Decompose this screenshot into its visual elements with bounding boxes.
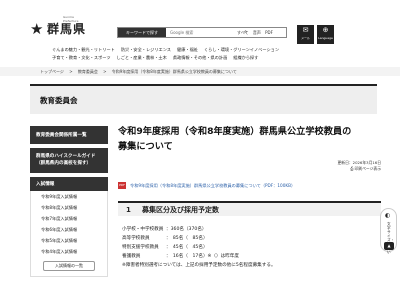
print-label: 印刷ページ表示 (354, 166, 381, 171)
recruitment-count: ：360名（370名） (166, 227, 207, 232)
mail-label: メール (300, 36, 310, 40)
pdf-download-link[interactable]: 令和9年度採用（令和8年度実施）群馬県公立学校教員の募集について（PDF：100… (130, 183, 295, 189)
language-button[interactable]: ⊕ Language (317, 25, 334, 44)
recruitment-count: ： 85名（ 85名） (166, 236, 208, 241)
logo-text: 群馬県 (47, 22, 87, 36)
breadcrumb-item-board[interactable]: 教育委員会 (78, 69, 98, 74)
page-title: 令和9年度採用（令和8年度実施）群馬県公立学校教員の募集について (118, 126, 352, 152)
recruitment-row: 養護教員 ： 16名（ 17名）※（）は昨年度 (122, 252, 276, 261)
nav-item[interactable]: 組織から探す (233, 54, 258, 62)
recruitment-category: 特別支援学校教員 (122, 245, 159, 250)
mail-button[interactable]: ✉ メール (297, 25, 314, 44)
breadcrumb: トップページ > 教育委員会 > 令和9年度採用（令和8年度実施）群馬県公立学校… (40, 68, 241, 75)
nav-item[interactable]: しごと・産業・農林・土木 (117, 54, 167, 62)
util-link-pdf[interactable]: PDF (265, 30, 273, 35)
site-header: ★ Gunma Prefecture 群馬県 キーワードで探す ⌕ すべて 音声… (0, 0, 400, 60)
language-label: Language (318, 36, 333, 40)
sidebar-item[interactable]: 令和7年度入試情報 (31, 213, 107, 224)
sidebar: 教育委員会関係所属一覧 群馬県のハイスクールガイド（群馬県内の高校を探す） 入試… (30, 126, 108, 277)
page-top-icon[interactable]: ▲ (384, 242, 394, 250)
nav-row: ぐんまの魅力・観光・リトリート 防災・安全・レジリエンス 健康・福祉 くらし・環… (52, 46, 342, 54)
recruitment-row: 特別支援学校教員 ： 45名（ 45名） (122, 243, 276, 252)
nav-item[interactable]: 健康・福祉 (177, 46, 198, 54)
breadcrumb-separator: > (103, 69, 107, 74)
nav-row: 子育て・教育・文化・スポーツ しごと・産業・農林・土木 県政情報・その他・県の計… (52, 54, 342, 62)
nav-item[interactable]: 県政情報・その他・県の計画 (173, 54, 227, 62)
recruitment-count: ： 16名（ 17名）※（）は昨年度 (166, 254, 239, 259)
section-header: 教育委員会 (30, 84, 377, 114)
mail-icon: ✉ (302, 26, 309, 34)
recruitment-category: 養護教員 (122, 254, 141, 259)
sidebar-exam-list: 令和9年度入試情報 令和8年度入試情報 令和7年度入試情報 令和6年度入試情報 … (30, 191, 108, 277)
section-number: 1 (126, 206, 131, 214)
section-heading-text: 募集区分及び採用予定数 (142, 206, 219, 214)
section-title: 教育委員会 (40, 96, 78, 105)
nav-item[interactable]: ぐんまの魅力・観光・リトリート (52, 46, 115, 54)
page-meta: 更新日：2026年3月16日 ⎙ 印刷ページ表示 (118, 160, 382, 172)
util-link-voice[interactable]: 音声 (253, 30, 261, 35)
sidebar-item[interactable]: 令和6年度入試情報 (31, 224, 107, 235)
prefecture-mark-icon: ★ (30, 20, 44, 38)
globe-icon: ⊕ (322, 26, 329, 34)
print-icon: ⎙ (350, 166, 354, 171)
recruitment-row: 小学校・中学校教員 ：360名（370名） (122, 225, 276, 234)
recruitment-row: 高等学校教員 ： 85名（ 85名） (122, 234, 276, 243)
nav-item[interactable]: 防災・安全・レジリエンス (121, 46, 171, 54)
contrast-icon: ◐ (385, 212, 391, 219)
sidebar-item[interactable]: 令和4年度入試情報 (31, 246, 107, 257)
search-label: キーワードで探す (118, 28, 166, 37)
recruitment-list: 小学校・中学校教員 ：360名（370名） 高等学校教員 ： 85名（ 85名） 特… (122, 225, 276, 270)
breadcrumb-bar: トップページ > 教育委員会 > 令和9年度採用（令和8年度実施）群馬県公立学校… (0, 67, 400, 76)
breadcrumb-item-top[interactable]: トップページ (40, 69, 64, 74)
recruitment-category: 高等学校教員 (122, 236, 150, 241)
breadcrumb-item-current: 令和9年度採用（令和8年度実施）群馬県公立学校教員の募集について (111, 69, 237, 74)
sidebar-link-highschool-guide[interactable]: 群馬県のハイスクールガイド（群馬県内の高校を探す） (30, 148, 108, 173)
recruitment-count: ： 45名（ 45名） (166, 245, 208, 250)
recruitment-category: 小学校・中学校教員 (122, 227, 164, 232)
util-link-all[interactable]: すべて (237, 30, 249, 35)
recruitment-note: ※障害者特別選考については、上記の採用予定数の他に5名程度募集する。 (122, 263, 276, 268)
main-content: 令和9年度採用（令和8年度実施）群馬県公立学校教員の募集について 更新日：202… (118, 124, 381, 268)
nav-item[interactable]: 子育て・教育・文化・スポーツ (52, 54, 111, 62)
search-input[interactable] (168, 28, 238, 37)
nav-item[interactable]: くらし・環境・グリーンイノベーション (204, 46, 279, 54)
pdf-icon: PDF (118, 182, 126, 189)
site-logo[interactable]: ★ Gunma Prefecture 群馬県 (30, 15, 90, 38)
sidebar-item[interactable]: 令和9年度入試情報 (31, 191, 107, 202)
global-nav: ぐんまの魅力・観光・リトリート 防災・安全・レジリエンス 健康・福祉 くらし・環… (52, 46, 342, 62)
updated-date: 更新日：2026年3月16日 (337, 160, 382, 165)
breadcrumb-separator: > (69, 69, 73, 74)
utility-links: すべて 音声 PDF (237, 30, 276, 36)
sidebar-link-departments[interactable]: 教育委員会関係所属一覧 (30, 126, 108, 144)
print-page-link[interactable]: ⎙ 印刷ページ表示 (350, 166, 381, 172)
section-heading: 1 募集区分及び採用予定数 (118, 201, 381, 216)
sidebar-item[interactable]: 令和8年度入試情報 (31, 202, 107, 213)
exam-list-button[interactable]: 入試情報の一覧 (43, 261, 95, 271)
sidebar-item[interactable]: 令和5年度入試情報 (31, 235, 107, 246)
accessibility-toolbar[interactable]: ◐ 文字サイズ・色合い ▲ (380, 208, 397, 254)
sidebar-heading-exams: 入試情報 (30, 177, 108, 191)
